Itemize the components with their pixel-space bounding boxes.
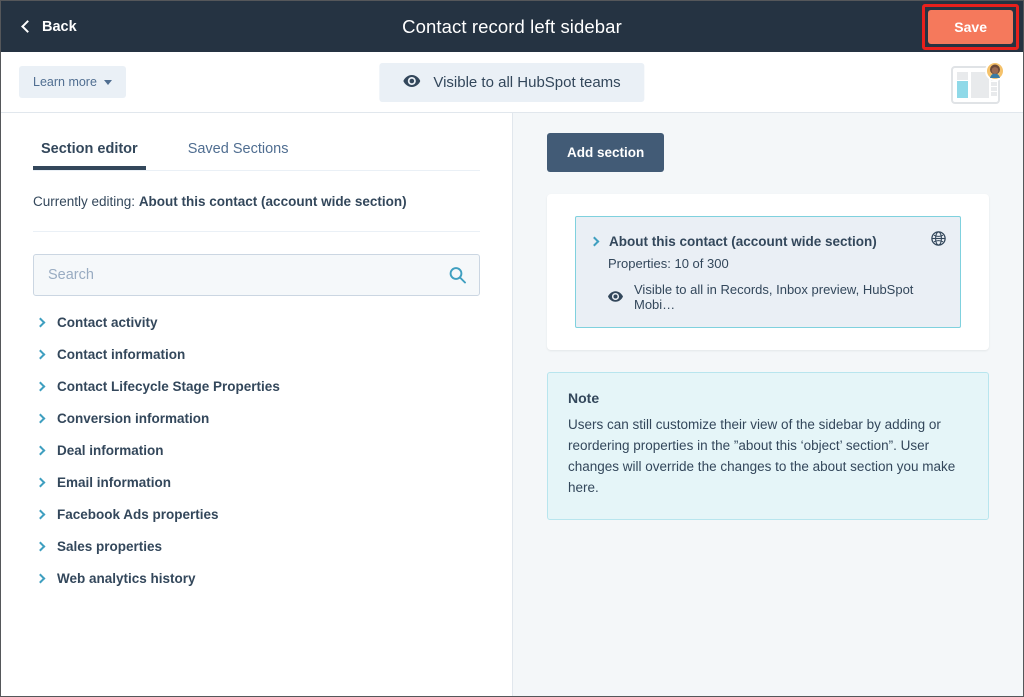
list-item-label: Deal information xyxy=(57,443,164,458)
currently-editing: Currently editing: About this contact (a… xyxy=(33,194,480,232)
tab-saved-sections[interactable]: Saved Sections xyxy=(180,135,297,170)
list-item-label: Contact activity xyxy=(57,315,158,330)
left-panel: Section editor Saved Sections Currently … xyxy=(1,113,513,696)
currently-editing-value: About this contact (account wide section… xyxy=(138,194,407,209)
property-group-list: Contact activity Contact information Con… xyxy=(33,306,480,594)
save-button-highlight: Save xyxy=(922,4,1019,50)
section-item-visibility-label: Visible to all in Records, Inbox preview… xyxy=(634,282,914,312)
section-item-properties-count: Properties: 10 of 300 xyxy=(608,256,729,271)
list-item-label: Email information xyxy=(57,475,172,490)
list-item-label: Web analytics history xyxy=(57,571,196,586)
right-panel: Add section About this contact (account … xyxy=(513,113,1023,696)
chevron-left-icon xyxy=(21,20,34,33)
body: Section editor Saved Sections Currently … xyxy=(1,113,1023,696)
list-item-label: Sales properties xyxy=(57,539,163,554)
chevron-right-icon xyxy=(35,317,46,328)
chevron-down-icon xyxy=(103,79,112,85)
list-item[interactable]: Deal information xyxy=(33,434,480,466)
currently-editing-prefix: Currently editing: xyxy=(33,194,139,209)
list-item[interactable]: Contact Lifecycle Stage Properties xyxy=(33,370,480,402)
back-button-label: Back xyxy=(42,18,77,35)
chevron-right-icon xyxy=(35,541,46,552)
chevron-right-icon xyxy=(35,477,46,488)
learn-more-dropdown[interactable]: Learn more xyxy=(19,66,126,98)
save-button[interactable]: Save xyxy=(928,10,1013,44)
list-item[interactable]: Web analytics history xyxy=(33,562,480,594)
visibility-banner[interactable]: Visible to all HubSpot teams xyxy=(379,62,645,102)
chevron-right-icon xyxy=(35,381,46,392)
note-body: Users can still customize their view of … xyxy=(568,417,956,495)
chevron-right-icon xyxy=(35,413,46,424)
chevron-right-icon xyxy=(35,445,46,456)
list-item[interactable]: Contact information xyxy=(33,338,480,370)
list-item-label: Contact information xyxy=(57,347,186,362)
list-item[interactable]: Contact activity xyxy=(33,306,480,338)
sub-header: Learn more Visible to all HubSpot teams xyxy=(1,52,1023,113)
back-button[interactable]: Back xyxy=(21,18,77,35)
chevron-right-icon xyxy=(35,573,46,584)
section-item-title: About this contact (account wide section… xyxy=(609,233,877,249)
search-input[interactable] xyxy=(33,254,480,296)
list-item-label: Conversion information xyxy=(57,411,210,426)
tab-section-editor[interactable]: Section editor xyxy=(33,135,146,170)
page-title: Contact record left sidebar xyxy=(402,15,622,37)
list-item[interactable]: Email information xyxy=(33,466,480,498)
list-item[interactable]: Facebook Ads properties xyxy=(33,498,480,530)
globe-icon xyxy=(931,231,946,251)
tab-bar: Section editor Saved Sections xyxy=(33,135,480,171)
sidebar-layout-preview-icon[interactable] xyxy=(949,61,1005,106)
chevron-right-icon[interactable] xyxy=(589,236,600,246)
learn-more-label: Learn more xyxy=(33,75,97,89)
chevron-right-icon xyxy=(35,509,46,520)
section-item-visibility: Visible to all in Records, Inbox preview… xyxy=(608,282,946,312)
section-item-header: About this contact (account wide section… xyxy=(589,231,946,251)
note-box: Note Users can still customize their vie… xyxy=(547,372,989,520)
list-item-label: Contact Lifecycle Stage Properties xyxy=(57,379,280,394)
visibility-banner-label: Visible to all HubSpot teams xyxy=(433,73,621,91)
eye-icon xyxy=(403,74,421,91)
search-box xyxy=(33,254,480,296)
eye-icon xyxy=(608,290,623,305)
add-section-button[interactable]: Add section xyxy=(547,133,665,172)
note-title: Note xyxy=(568,390,600,406)
list-item-label: Facebook Ads properties xyxy=(57,507,219,522)
section-item-about-this-contact[interactable]: About this contact (account wide section… xyxy=(575,216,961,328)
chevron-right-icon xyxy=(35,349,46,360)
section-card: About this contact (account wide section… xyxy=(547,194,989,350)
top-bar: Back Contact record left sidebar Save xyxy=(1,1,1023,52)
list-item[interactable]: Conversion information xyxy=(33,402,480,434)
list-item[interactable]: Sales properties xyxy=(33,530,480,562)
app-window: Back Contact record left sidebar Save Le… xyxy=(0,0,1024,697)
